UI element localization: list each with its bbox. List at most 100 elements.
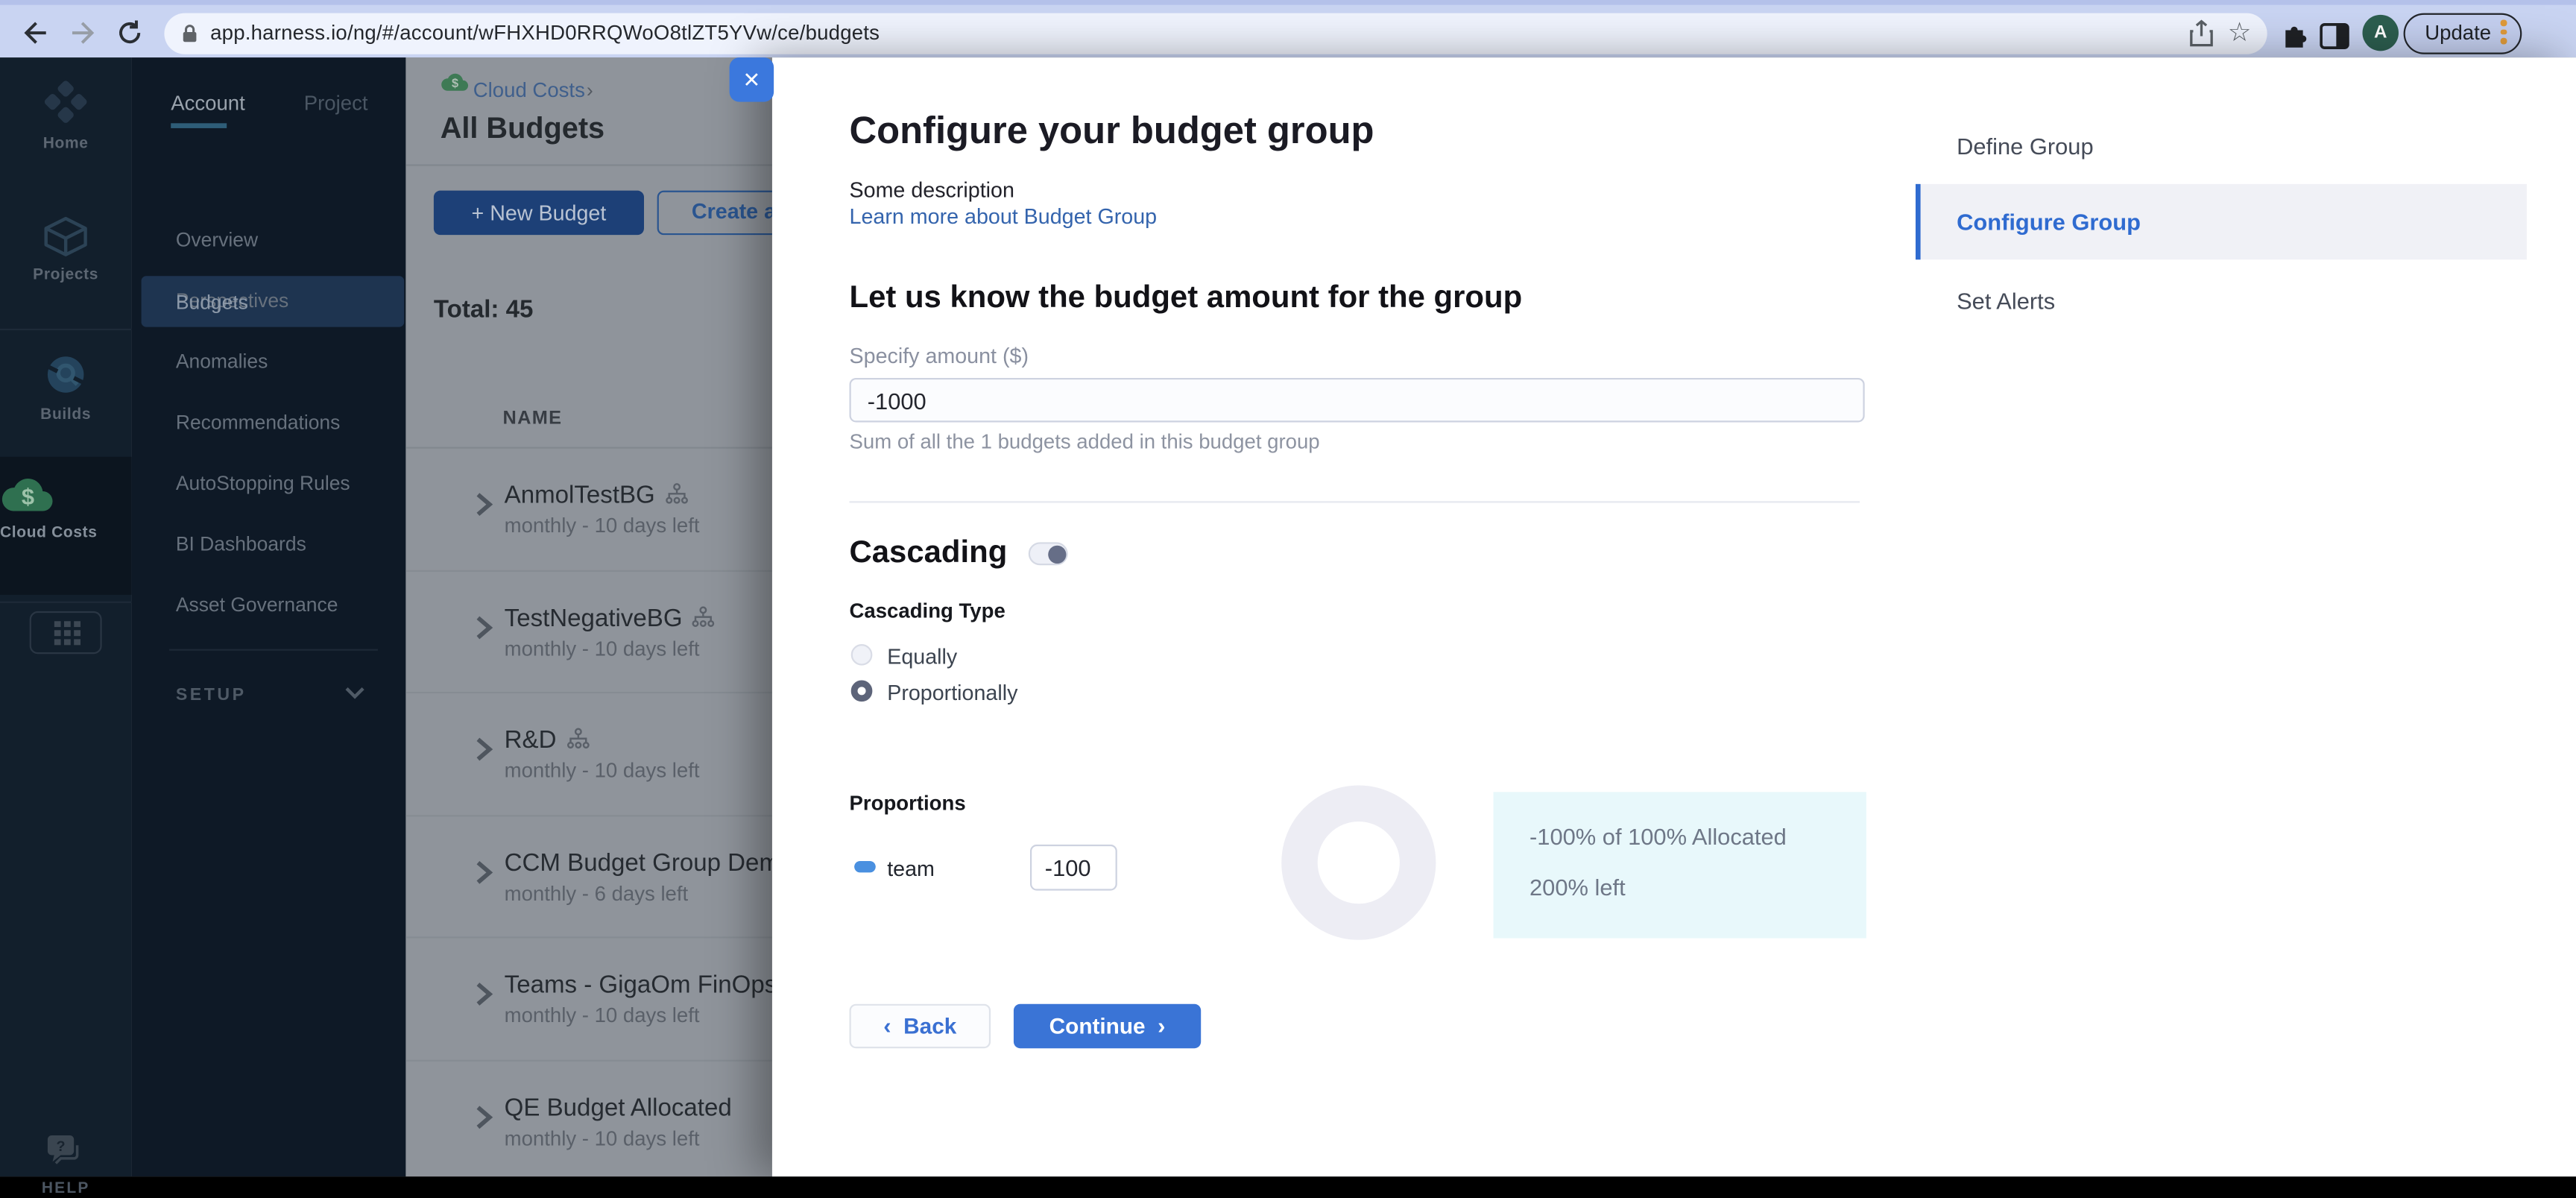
sidebar-item-anomalies[interactable]: Anomalies [176, 350, 268, 373]
radio-icon [850, 644, 873, 666]
nav-menu: Account Project Overview Perspectives Bu… [131, 57, 406, 1177]
setup-section-toggle[interactable]: SETUP [176, 685, 247, 704]
budget-name: TestNegativeBG [504, 604, 683, 632]
side-panel-icon[interactable] [2320, 22, 2349, 51]
step-configure-group[interactable]: Configure Group [1915, 183, 2527, 260]
budget-period: monthly - 10 days left [504, 1127, 700, 1150]
avatar[interactable]: A [2362, 14, 2399, 51]
radio-icon-selected [850, 680, 873, 702]
sidebar-item-bi-dashboards[interactable]: BI Dashboards [176, 532, 306, 555]
screen: Home Projects Builds $ Cloud Costs ? HEL… [0, 57, 2576, 1198]
tab-active-underline [171, 123, 227, 127]
total-count: Total: 45 [433, 295, 534, 324]
menu-divider [169, 649, 378, 651]
expand-chevron-icon[interactable] [473, 1104, 495, 1130]
budget-group-icon [692, 605, 716, 627]
forward-icon[interactable] [69, 18, 99, 48]
tab-project[interactable]: Project [304, 92, 368, 115]
sidebar-item-asset-governance[interactable]: Asset Governance [176, 593, 338, 617]
back-label: Back [903, 1013, 957, 1038]
cloud-costs-breadcrumb-icon: $ [441, 73, 469, 91]
budget-period: monthly - 6 days left [504, 882, 689, 906]
reload-icon[interactable] [115, 18, 145, 48]
tab-account[interactable]: Account [171, 92, 245, 115]
budget-name: QE Budget Allocated [504, 1094, 732, 1123]
close-icon: ✕ [742, 67, 761, 92]
allocation-summary: -100% of 100% Allocated 200% left [1493, 792, 1866, 939]
help-chat-icon: ? [47, 1135, 79, 1164]
budget-period: monthly - 10 days left [504, 759, 700, 783]
rail-divider [0, 601, 132, 603]
nav-rail: Home Projects Builds $ Cloud Costs ? HEL… [0, 57, 132, 1198]
share-icon[interactable] [2188, 19, 2214, 47]
close-button[interactable]: ✕ [729, 57, 774, 102]
proportions-heading: Proportions [849, 792, 966, 816]
step-set-alerts[interactable]: Set Alerts [1957, 288, 2055, 314]
svg-text:?: ? [56, 1138, 65, 1155]
budget-period: monthly - 10 days left [504, 1004, 700, 1028]
back-button[interactable]: ‹ Back [849, 1003, 991, 1049]
sidebar-item-recommendations[interactable]: Recommendations [176, 411, 341, 434]
url-text: app.harness.io/ng/#/account/wFHXHD0RRQWo… [210, 21, 880, 45]
expand-chevron-icon[interactable] [473, 614, 495, 640]
chevron-right-icon: › [1158, 1012, 1166, 1038]
apps-grid-icon [54, 621, 81, 646]
budget-group-icon [665, 483, 688, 504]
allocation-line: -100% of 100% Allocated [1530, 823, 1787, 850]
bookmark-star-icon[interactable]: ☆ [2228, 16, 2252, 49]
back-icon[interactable] [19, 18, 49, 48]
sidebar-item-overview[interactable]: Overview [176, 228, 258, 251]
budget-name: Teams - GigaOm FinOps De [504, 971, 815, 1000]
cloud-costs-icon: $ [1, 479, 53, 511]
sidebar-item-cloud-costs[interactable]: $ Cloud Costs [0, 456, 132, 595]
budget-name: CCM Budget Group Demo [504, 849, 794, 877]
svg-text:$: $ [22, 484, 34, 510]
step-define-group[interactable]: Define Group [1957, 133, 2094, 160]
continue-button[interactable]: Continue › [1013, 1003, 1202, 1049]
expand-chevron-icon[interactable] [473, 982, 495, 1008]
radio-label: Proportionally [887, 680, 1018, 705]
browser-menu-icon[interactable] [2500, 19, 2507, 45]
radio-label: Equally [887, 644, 958, 669]
amount-helper-text: Sum of all the 1 budgets added in this b… [849, 430, 1320, 454]
chevron-down-icon[interactable] [345, 687, 364, 700]
app-root: app.harness.io/ng/#/account/wFHXHD0RRQWo… [0, 0, 2576, 1198]
step-label: Configure Group [1957, 208, 2141, 236]
rail-divider [0, 328, 132, 331]
team-label: team [887, 856, 935, 881]
wizard-stepper: Define Group Configure Group Set Alerts [1915, 57, 2527, 1176]
learn-more-link[interactable]: Learn more about Budget Group [850, 204, 1158, 228]
breadcrumb[interactable]: Cloud Costs [473, 79, 585, 102]
sidebar-item-builds[interactable]: Builds [0, 352, 131, 424]
cascading-heading: Cascading [849, 535, 1008, 570]
sidebar-item-projects[interactable]: Projects [0, 215, 131, 284]
sidebar-item-home[interactable]: Home [0, 81, 131, 153]
help-button[interactable]: ? HELP [0, 1134, 131, 1198]
expand-chevron-icon[interactable] [473, 737, 495, 763]
module-switcher-button[interactable] [29, 611, 102, 655]
expand-chevron-icon[interactable] [473, 859, 495, 885]
amount-input[interactable] [849, 377, 1865, 423]
section-divider [849, 501, 1860, 503]
modal-description: Some description [849, 177, 1014, 203]
projects-icon [44, 216, 87, 256]
amount-section-heading: Let us know the budget amount for the gr… [849, 280, 1523, 316]
expand-chevron-icon[interactable] [473, 491, 495, 517]
column-header-name: NAME [502, 409, 563, 429]
sidebar-item-autostopping-rules[interactable]: AutoStopping Rules [176, 472, 350, 495]
sidebar-item-budgets[interactable]: Budgets [176, 291, 248, 314]
browser-toolbar: app.harness.io/ng/#/account/wFHXHD0RRQWo… [0, 0, 2576, 58]
address-bar[interactable]: app.harness.io/ng/#/account/wFHXHD0RRQWo… [164, 13, 2267, 54]
budget-name: R&D [504, 726, 557, 755]
new-budget-button[interactable]: + New Budget [433, 190, 645, 236]
page-title: All Budgets [440, 111, 605, 145]
amount-label: Specify amount ($) [849, 343, 1029, 368]
breadcrumb-chevron-icon: › [586, 78, 593, 102]
cascading-toggle[interactable] [1028, 542, 1068, 566]
continue-label: Continue [1049, 1013, 1146, 1038]
configure-budget-group-modal: ✕ Configure your budget group Some descr… [729, 57, 2576, 1177]
team-proportion-input[interactable] [1029, 844, 1117, 891]
allocation-remaining: 200% left [1530, 874, 1626, 901]
lock-icon [183, 25, 197, 42]
extensions-puzzle-icon[interactable] [2280, 19, 2310, 49]
